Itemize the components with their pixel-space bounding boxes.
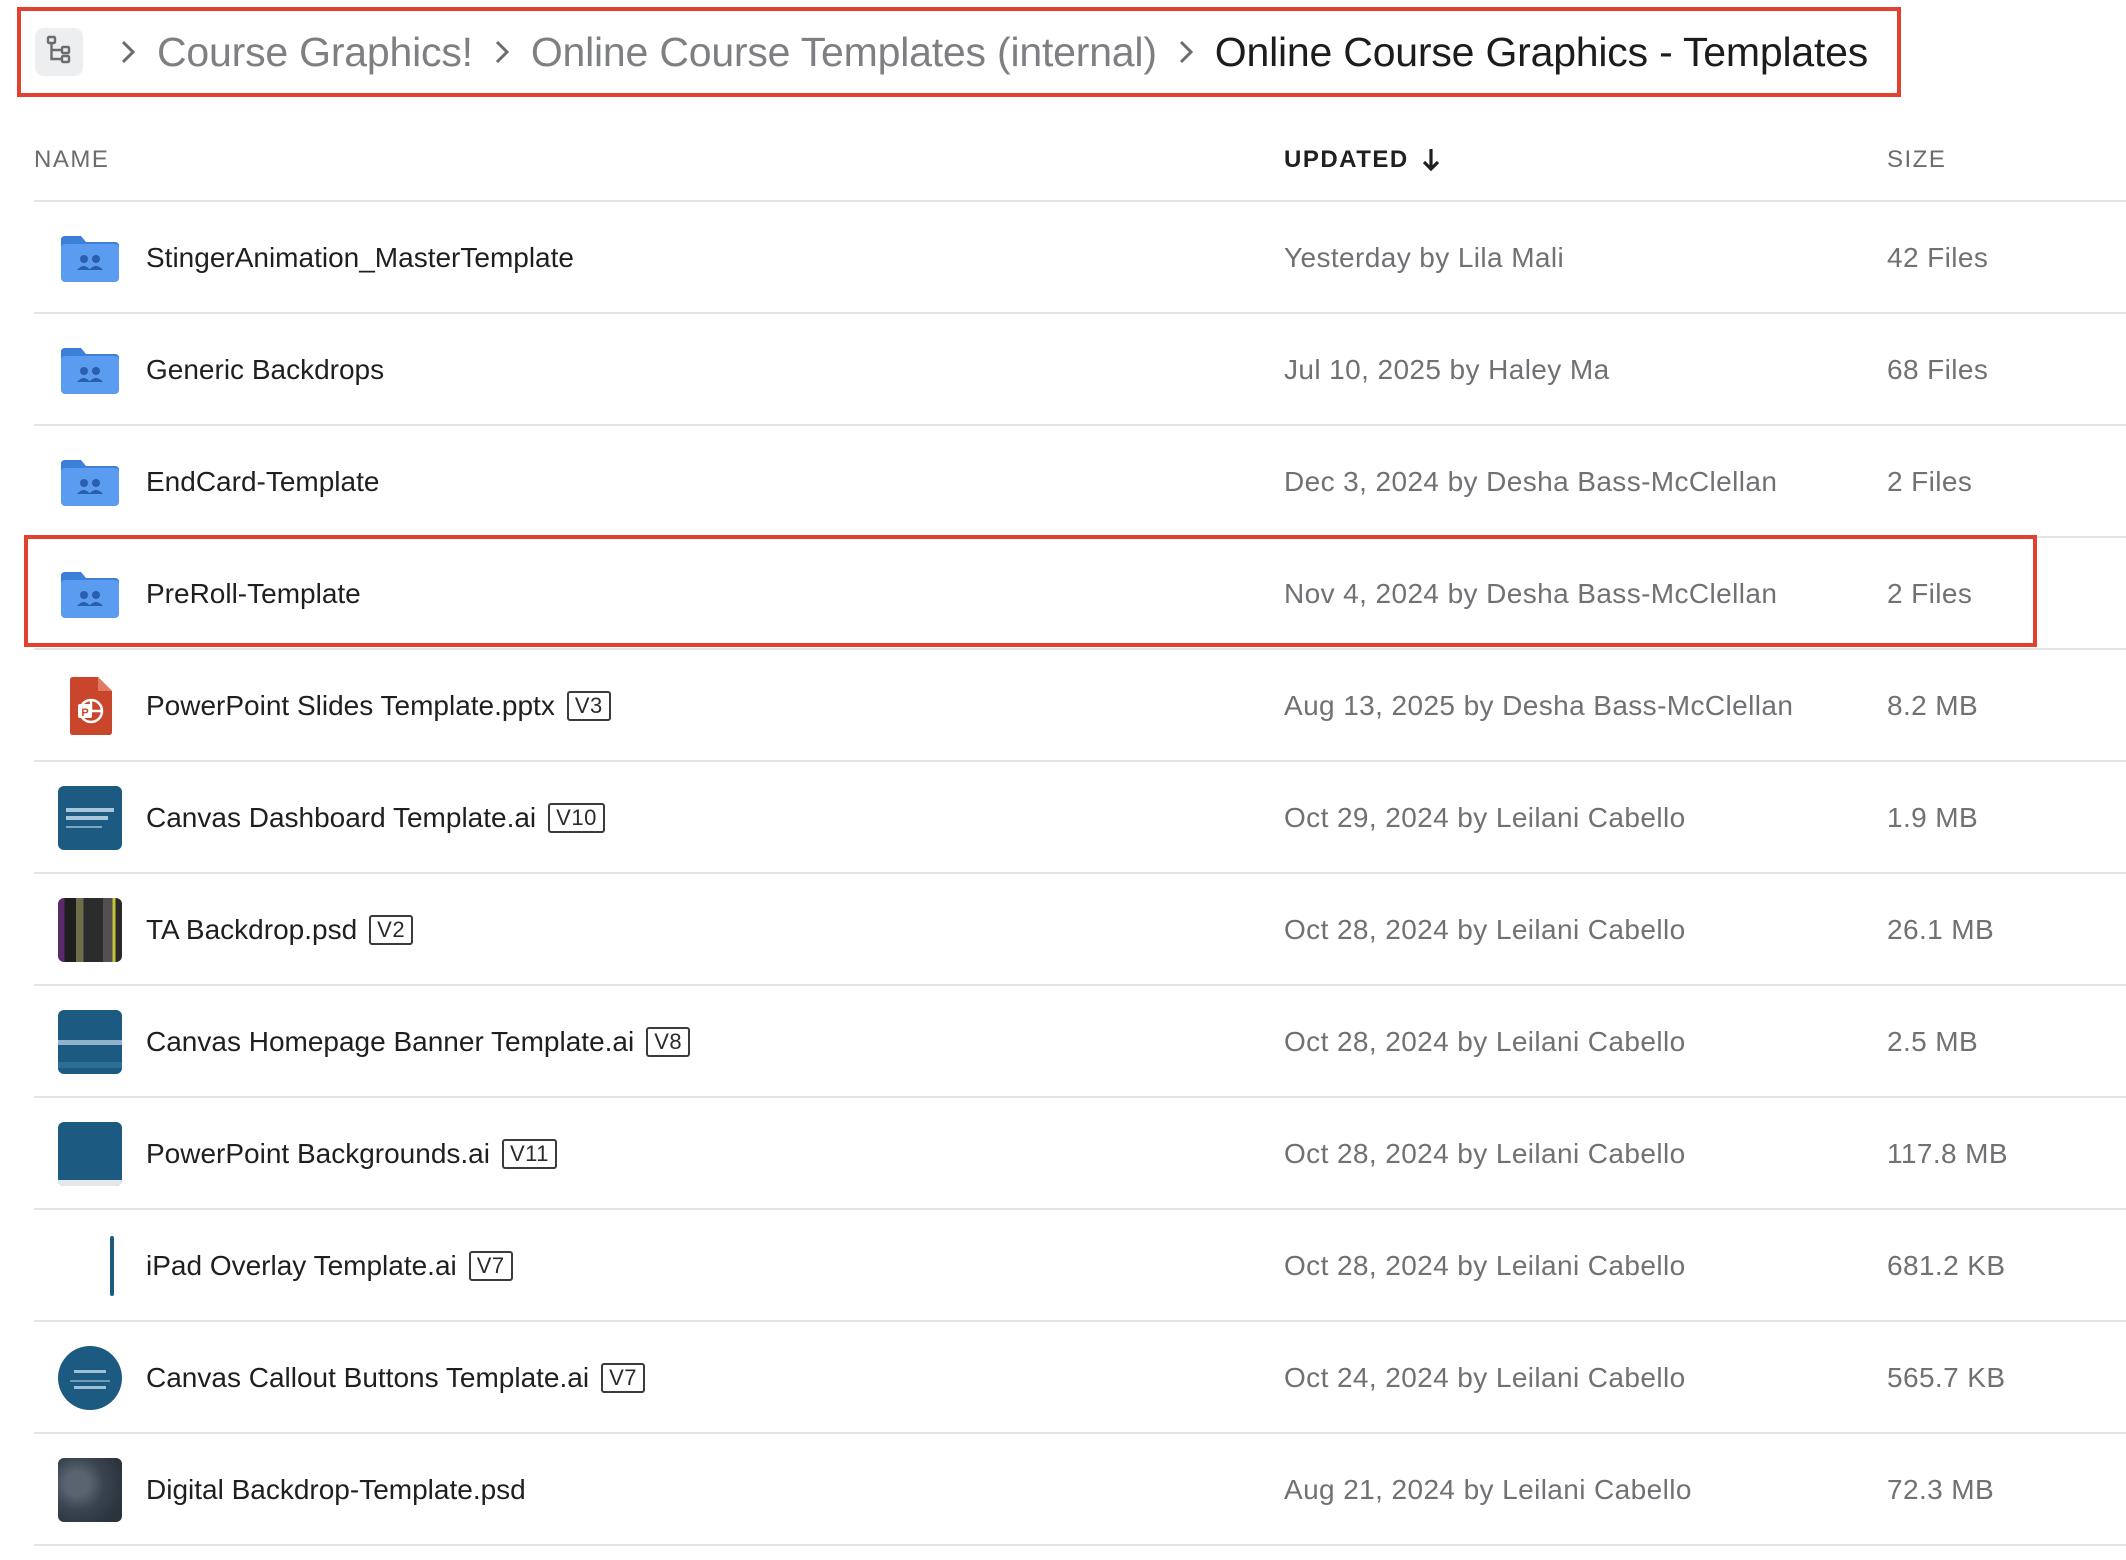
- chevron-right-icon: [487, 32, 517, 72]
- chevron-right-icon: [113, 32, 143, 72]
- table-row[interactable]: Canvas Dashboard Template.ai V10 Oct 29,…: [0, 762, 2126, 874]
- updated-text: Oct 28, 2024 by Leilani Cabello: [1284, 914, 1686, 945]
- size-text: 681.2 KB: [1887, 1250, 2006, 1281]
- size-text: 117.8 MB: [1887, 1138, 2008, 1169]
- size-text: 42 Files: [1887, 242, 1989, 273]
- table-row[interactable]: Canvas Homepage Banner Template.ai V8 Oc…: [0, 986, 2126, 1098]
- svg-text:P: P: [81, 707, 88, 719]
- version-badge[interactable]: V8: [646, 1027, 691, 1057]
- table-row[interactable]: iPad Overlay Template.ai V7 Oct 28, 2024…: [0, 1210, 2126, 1322]
- table-row[interactable]: Digital Backdrop-Template.psd Aug 21, 20…: [0, 1434, 2126, 1546]
- file-name[interactable]: PowerPoint Slides Template.pptx: [146, 690, 555, 722]
- file-thumbnail: [57, 1345, 123, 1411]
- breadcrumb: Course Graphics! Online Course Templates…: [17, 7, 1901, 97]
- file-name[interactable]: PowerPoint Backgrounds.ai: [146, 1138, 490, 1170]
- version-badge[interactable]: V7: [601, 1363, 645, 1393]
- table-row[interactable]: PowerPoint Backgrounds.ai V11 Oct 28, 20…: [0, 1098, 2126, 1210]
- size-text: 2.5 MB: [1887, 1026, 1979, 1057]
- sort-descending-icon: [1421, 147, 1441, 173]
- folder-tree-icon: [46, 35, 72, 70]
- file-name[interactable]: Canvas Callout Buttons Template.ai: [146, 1362, 589, 1394]
- updated-text: Jul 10, 2025 by Haley Ma: [1284, 354, 1610, 385]
- updated-text: Aug 13, 2025 by Desha Bass-McClellan: [1284, 690, 1794, 721]
- file-thumbnail: [57, 785, 123, 851]
- version-badge[interactable]: V10: [548, 803, 605, 833]
- updated-text: Oct 24, 2024 by Leilani Cabello: [1284, 1362, 1686, 1393]
- shared-folder-icon: [57, 561, 123, 627]
- file-name[interactable]: PreRoll-Template: [146, 578, 361, 610]
- file-list: StingerAnimation_MasterTemplate Yesterda…: [0, 202, 2126, 1546]
- breadcrumb-item-course-graphics[interactable]: Course Graphics!: [157, 29, 473, 76]
- file-name[interactable]: TA Backdrop.psd: [146, 914, 357, 946]
- updated-text: Nov 4, 2024 by Desha Bass-McClellan: [1284, 578, 1778, 609]
- shared-folder-icon: [57, 225, 123, 291]
- column-header-size[interactable]: SIZE: [1887, 140, 1946, 180]
- size-text: 8.2 MB: [1887, 690, 1979, 721]
- file-name[interactable]: EndCard-Template: [146, 466, 379, 498]
- file-name[interactable]: StingerAnimation_MasterTemplate: [146, 242, 574, 274]
- size-text: 26.1 MB: [1887, 914, 1995, 945]
- breadcrumb-item-online-course-templates[interactable]: Online Course Templates (internal): [531, 29, 1157, 76]
- size-text: 2 Files: [1887, 578, 1973, 609]
- size-text: 68 Files: [1887, 354, 1989, 385]
- file-thumbnail: [57, 897, 123, 963]
- updated-text: Dec 3, 2024 by Desha Bass-McClellan: [1284, 466, 1778, 497]
- file-thumbnail: [57, 1009, 123, 1075]
- shared-folder-icon: [57, 449, 123, 515]
- column-header-updated-label: UPDATED: [1284, 146, 1409, 173]
- table-row-highlighted[interactable]: PreRoll-Template Nov 4, 2024 by Desha Ba…: [0, 538, 2126, 650]
- file-thumbnail: [57, 1121, 123, 1187]
- chevron-right-icon: [1171, 32, 1201, 72]
- version-badge[interactable]: V3: [566, 691, 611, 721]
- version-badge[interactable]: V2: [369, 915, 414, 945]
- updated-text: Oct 29, 2024 by Leilani Cabello: [1284, 802, 1686, 833]
- updated-text: Yesterday by Lila Mali: [1284, 242, 1565, 273]
- file-name[interactable]: Digital Backdrop-Template.psd: [146, 1474, 526, 1506]
- size-text: 2 Files: [1887, 466, 1973, 497]
- shared-folder-icon: [57, 337, 123, 403]
- table-row[interactable]: TA Backdrop.psd V2 Oct 28, 2024 by Leila…: [0, 874, 2126, 986]
- size-text: 565.7 KB: [1887, 1362, 2006, 1393]
- table-row[interactable]: EndCard-Template Dec 3, 2024 by Desha Ba…: [0, 426, 2126, 538]
- table-row[interactable]: Generic Backdrops Jul 10, 2025 by Haley …: [0, 314, 2126, 426]
- column-header-updated[interactable]: UPDATED: [1284, 140, 1441, 180]
- size-text: 72.3 MB: [1887, 1474, 1995, 1505]
- file-thumbnail: [57, 1457, 123, 1523]
- updated-text: Oct 28, 2024 by Leilani Cabello: [1284, 1026, 1686, 1057]
- file-name[interactable]: iPad Overlay Template.ai: [146, 1250, 457, 1282]
- file-name[interactable]: Canvas Dashboard Template.ai: [146, 802, 536, 834]
- file-name[interactable]: Canvas Homepage Banner Template.ai: [146, 1026, 634, 1058]
- folder-tree-button[interactable]: [35, 28, 83, 76]
- updated-text: Oct 28, 2024 by Leilani Cabello: [1284, 1138, 1686, 1169]
- table-row[interactable]: P PowerPoint Slides Template.pptx V3 Aug…: [0, 650, 2126, 762]
- version-badge[interactable]: V7: [468, 1251, 513, 1281]
- version-badge[interactable]: V11: [501, 1139, 557, 1169]
- size-text: 1.9 MB: [1887, 802, 1979, 833]
- table-row[interactable]: StingerAnimation_MasterTemplate Yesterda…: [0, 202, 2126, 314]
- file-thumbnail: [57, 1233, 123, 1299]
- column-header-name[interactable]: NAME: [34, 140, 109, 180]
- breadcrumb-current-folder: Online Course Graphics - Templates: [1214, 28, 1869, 75]
- updated-text: Oct 28, 2024 by Leilani Cabello: [1284, 1250, 1686, 1281]
- file-name[interactable]: Generic Backdrops: [146, 354, 384, 386]
- powerpoint-file-icon: P: [57, 673, 123, 739]
- updated-text: Aug 21, 2024 by Leilani Cabello: [1284, 1474, 1692, 1505]
- table-row[interactable]: Canvas Callout Buttons Template.ai V7 Oc…: [0, 1322, 2126, 1434]
